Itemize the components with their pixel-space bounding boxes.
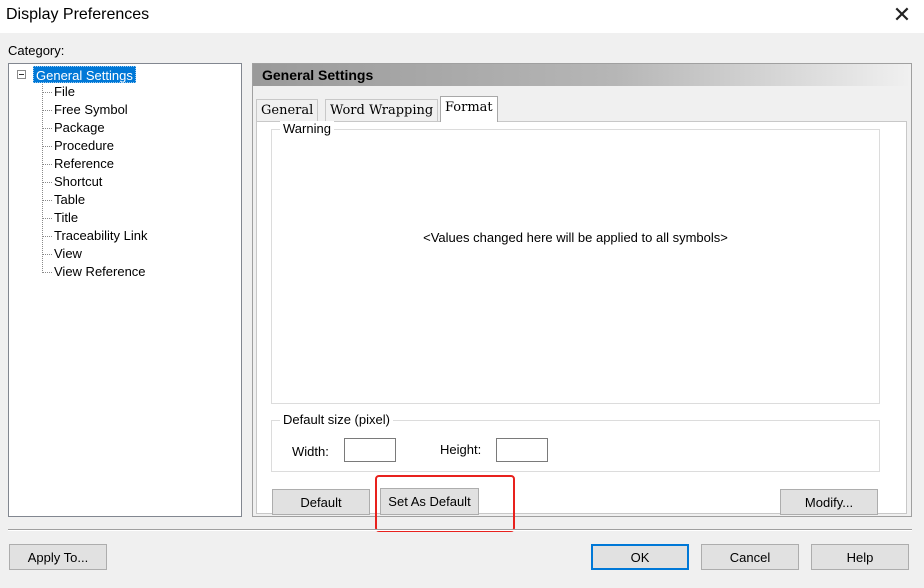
warning-group-title: Warning <box>280 121 334 136</box>
title-bar: Display Preferences ✕ <box>0 0 924 33</box>
tree-branch-line <box>42 182 52 183</box>
tree-branch-line <box>42 146 52 147</box>
warning-group: Warning <Values changed here will be app… <box>271 121 880 404</box>
modify-button[interactable]: Modify... <box>780 489 878 515</box>
tree-item-label: Package <box>54 120 105 135</box>
height-input[interactable] <box>496 438 548 462</box>
width-input[interactable] <box>344 438 396 462</box>
warning-message: <Values changed here will be applied to … <box>423 230 728 245</box>
tree-branch-line <box>42 272 52 273</box>
tree-item-general-settings[interactable]: General Settings <box>33 66 136 83</box>
default-size-group: Default size (pixel) Width: Height: <box>271 412 880 472</box>
tree-item-label: View Reference <box>54 264 146 279</box>
tree-branch-line <box>42 200 52 201</box>
tab-word-wrapping[interactable]: Word Wrapping <box>325 99 439 121</box>
tree-item-label: Procedure <box>54 138 114 153</box>
tree-item-label: Shortcut <box>54 174 103 189</box>
tree-branch-line <box>42 128 52 129</box>
settings-panel: General Settings General Word Wrapping F… <box>252 63 912 517</box>
default-size-group-title: Default size (pixel) <box>280 412 393 427</box>
tree-branch-line <box>42 164 52 165</box>
tab-general[interactable]: General <box>256 99 319 121</box>
height-label: Height: <box>440 442 482 457</box>
collapse-icon[interactable] <box>17 70 26 79</box>
footer-separator <box>8 529 912 531</box>
tree-branch-line <box>42 254 52 255</box>
tree-item-label: File <box>54 84 75 99</box>
tree-item-label: View <box>54 246 82 261</box>
tree-branch-line <box>42 110 52 111</box>
apply-to-button[interactable]: Apply To... <box>9 544 107 570</box>
help-button[interactable]: Help <box>811 544 909 570</box>
window-title: Display Preferences <box>6 6 150 23</box>
panel-header: General Settings <box>253 64 911 86</box>
tree-item-label: Free Symbol <box>54 102 128 117</box>
default-button[interactable]: Default <box>272 489 370 515</box>
cancel-button[interactable]: Cancel <box>701 544 799 570</box>
tree-branch-line <box>42 92 52 93</box>
tree-item-label: Reference <box>54 156 114 171</box>
close-icon[interactable]: ✕ <box>880 0 924 30</box>
category-tree[interactable]: General Settings File Free Symbol Packag… <box>8 63 242 517</box>
tree-branch-line <box>42 236 52 237</box>
highlight-box <box>375 475 515 532</box>
tree-branch-line <box>42 218 52 219</box>
category-label: Category: <box>8 43 65 58</box>
tab-format[interactable]: Format <box>440 96 498 122</box>
tree-item-label: Table <box>54 192 86 207</box>
tree-item-label: Traceability Link <box>54 228 148 243</box>
width-label: Width: <box>292 444 329 459</box>
tab-content: Warning <Values changed here will be app… <box>256 121 907 515</box>
tree-item-label: Title <box>54 210 79 225</box>
ok-button[interactable]: OK <box>591 544 689 570</box>
